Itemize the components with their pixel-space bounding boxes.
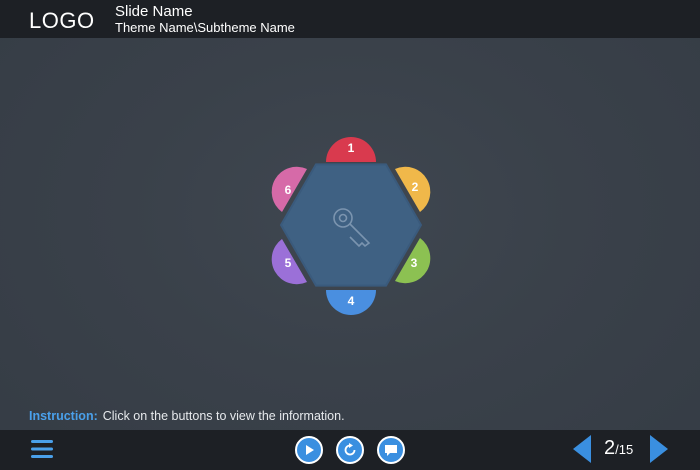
- petal-button-4[interactable]: 4: [326, 290, 376, 315]
- petal-1-label: 1: [348, 141, 355, 155]
- play-button[interactable]: [295, 436, 323, 464]
- current-page: 2: [604, 437, 616, 459]
- menu-icon[interactable]: [30, 439, 54, 459]
- petal-button-1[interactable]: 1: [326, 137, 376, 162]
- hexagon-diagram: 1 2 3 4 5 6: [271, 137, 431, 315]
- petal-5-label: 5: [285, 256, 292, 270]
- comment-button[interactable]: [377, 436, 405, 464]
- comment-icon: [385, 444, 397, 456]
- instruction-body: Click on the buttons to view the informa…: [102, 409, 345, 423]
- instruction-label: Instruction:: [29, 409, 98, 423]
- petal-4-label: 4: [348, 294, 355, 308]
- instruction-text: Instruction: Click on the buttons to view…: [29, 409, 345, 423]
- total-pages: /15: [615, 442, 634, 457]
- arrow-left-icon[interactable]: [571, 434, 593, 464]
- replay-icon: [344, 443, 356, 456]
- page-counter: 2/15: [604, 437, 633, 460]
- petal-6-label: 6: [285, 183, 292, 197]
- replay-button[interactable]: [336, 436, 364, 464]
- play-icon: [306, 445, 314, 455]
- petal-2-label: 2: [412, 180, 419, 194]
- petal-3-label: 3: [411, 256, 418, 270]
- arrow-right-icon[interactable]: [648, 434, 670, 464]
